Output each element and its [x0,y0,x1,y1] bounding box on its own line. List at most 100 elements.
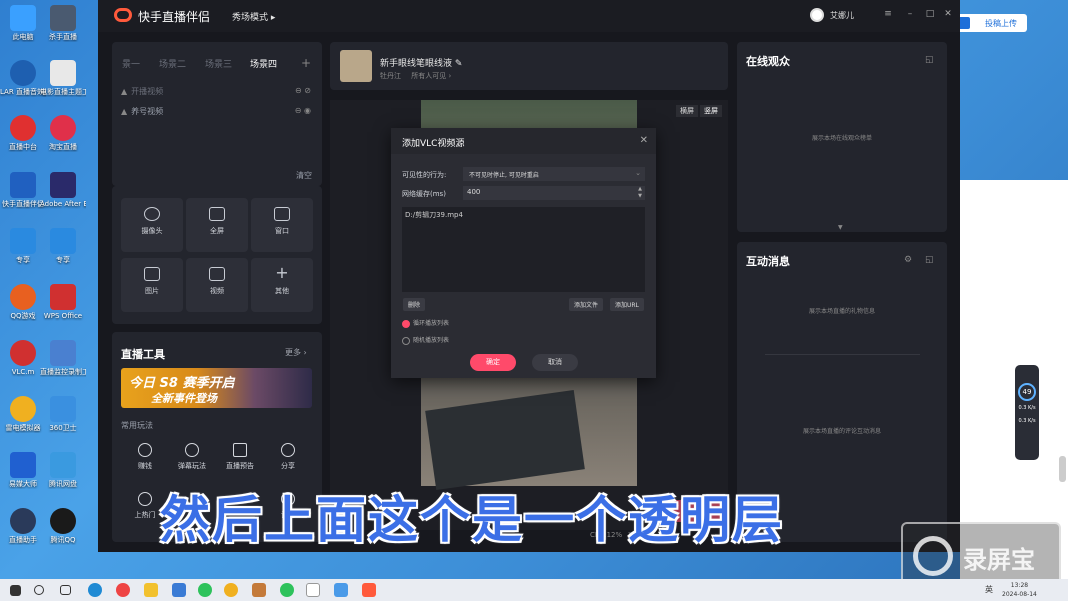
mode-switch[interactable]: 秀场模式 ▸ [232,10,275,23]
camera-tile[interactable]: 摄像头 [121,198,183,252]
shuffle-checkbox[interactable]: 随机播放列表 [402,335,449,345]
cache-input[interactable]: 400 ▲ ▼ [463,186,645,200]
video-tile[interactable]: 视频 [186,258,248,312]
clear-button[interactable]: 清空 [296,170,312,181]
store-icon[interactable] [172,583,186,597]
app-icon [10,452,36,478]
task-view-icon[interactable] [60,585,71,595]
list-item[interactable]: D:/剪辑刀39.mp4 [405,210,642,220]
expand-icon[interactable]: ◱ [925,255,934,265]
desktop-icon[interactable]: 腾讯网盘 [40,452,86,489]
close-icon[interactable]: ✕ [942,9,954,19]
search-icon[interactable] [34,585,44,595]
promo-banner[interactable]: 今日 S8 赛季开启 全新事件登场 [121,368,312,408]
fullscreen-tile[interactable]: 全屏 [186,198,248,252]
desktop-icon[interactable]: 360卫士 [40,396,86,433]
app-icon [10,284,36,310]
browser-icon[interactable] [198,583,212,597]
minimize-icon[interactable]: – [904,9,916,19]
stepper-icon[interactable]: ▲ ▼ [638,186,642,200]
app-icon [50,5,76,31]
delete-button[interactable]: 删除 [403,298,426,311]
file-icon[interactable] [306,583,320,597]
visibility-label: 可见性的行为: [402,171,447,179]
tab-scene-4[interactable]: 场景四 [250,57,277,70]
source-label: 开播视频 [131,87,164,96]
add-scene-button[interactable]: + [301,56,311,70]
desktop-icon[interactable]: 淘宝直播 [40,115,86,152]
ok-button[interactable]: 确定 [470,354,516,371]
app-icon [10,508,36,534]
download-speed: 0.3 K/s [1018,418,1036,424]
source-item[interactable]: ▲ 开播视频 ⊖ ⊘ [121,86,311,97]
desktop-icon[interactable]: 腾讯QQ [40,508,86,545]
stream-title[interactable]: 新手眼线笔眼线液 ✎ [380,56,462,69]
windows-start-icon[interactable] [10,585,21,596]
desktop-icon[interactable]: 直播监控录制工具 [40,340,86,377]
divider [765,354,920,355]
app-icon[interactable] [334,583,348,597]
portrait-toggle[interactable]: 竖屏 [700,105,722,117]
maximize-icon[interactable]: □ [924,9,936,19]
image-tile[interactable]: 图片 [121,258,183,312]
avatar[interactable] [810,8,824,22]
tool-preview[interactable]: 直播预告 [217,443,263,471]
more-link[interactable]: 更多 › [285,347,307,358]
add-file-button[interactable]: 添加文件 [569,298,604,311]
app-icon[interactable] [224,583,238,597]
eye-icon[interactable]: ⊖ ◉ [295,106,311,115]
chrome-icon[interactable] [116,583,130,597]
tab-scene-1[interactable]: 景一 [122,57,140,70]
expand-icon[interactable]: ◱ [925,55,934,65]
playlist[interactable]: D:/剪辑刀39.mp4 [402,207,645,292]
image-icon [144,267,160,281]
scrollbar[interactable] [1059,456,1066,482]
desktop-icon[interactable]: 电影直播主题工作室 [40,60,86,97]
tool-danmaku[interactable]: 弹幕玩法 [169,443,215,471]
tools-subtitle: 常用玩法 [121,421,153,430]
money-icon [138,443,152,457]
app-icon[interactable] [252,583,266,597]
folder-icon[interactable] [144,583,158,597]
visibility-select[interactable]: 不可见时停止, 可见时重启 ⌄ [463,167,645,181]
settings-icon[interactable]: ⚙ [904,255,912,265]
loop-checkbox[interactable]: 循环播放列表 [402,318,449,328]
window-tile[interactable]: 窗口 [251,198,313,252]
network-monitor-widget[interactable]: 49 0.3 K/s 0.3 K/s [1015,365,1039,460]
tool-earn[interactable]: 赚钱 [122,443,168,471]
tool-share[interactable]: 分享 [265,443,311,471]
tab-scene-2[interactable]: 场景二 [159,57,186,70]
add-url-button[interactable]: 添加URL [610,298,644,311]
desktop-icon[interactable]: WPS Office [40,284,86,321]
source-item[interactable]: ▲ 养号视频 ⊖ ◉ [121,106,311,117]
audience-empty: 展示本场在线观众榜单 [811,135,872,142]
tab-scene-3[interactable]: 场景三 [205,57,232,70]
desktop-icon[interactable]: 专享 [40,228,86,265]
record-icon [913,536,953,576]
play-icon [209,267,225,281]
user-name[interactable]: 艾娜儿 [830,10,854,21]
kuaishou-icon[interactable] [362,583,376,597]
window-icon [274,207,290,221]
share-upload-button[interactable]: 投稿上传 [955,14,1027,32]
monitor-icon [209,207,225,221]
camera-icon [144,207,160,221]
desktop-icon[interactable]: Adobe After Effects 2022 [40,172,86,209]
subtitle-caption: 然后上面这个是一个透明层 [160,491,784,549]
desktop-icon[interactable]: 杀手直播 [40,5,86,42]
app-icon [10,340,36,366]
landscape-toggle[interactable]: 横屏 [676,105,698,117]
banner-line-2: 全新事件登场 [151,392,217,405]
menu-icon[interactable]: ≡ [882,9,894,19]
visibility-text[interactable]: 所有人可见 › [411,72,451,80]
cancel-button[interactable]: 取消 [532,354,578,371]
close-icon[interactable]: ✕ [640,135,648,146]
wechat-icon[interactable] [280,583,294,597]
lock-icon[interactable]: ⊖ ⊘ [295,86,311,95]
ime-indicator[interactable]: 英 [985,584,993,595]
other-tile[interactable]: + 其他 [251,258,313,312]
edge-icon[interactable] [88,583,102,597]
stream-cover[interactable] [340,50,372,82]
collapse-icon[interactable]: ▼ [838,224,843,231]
clock[interactable]: 13:28 2024-08-14 [1002,581,1037,599]
